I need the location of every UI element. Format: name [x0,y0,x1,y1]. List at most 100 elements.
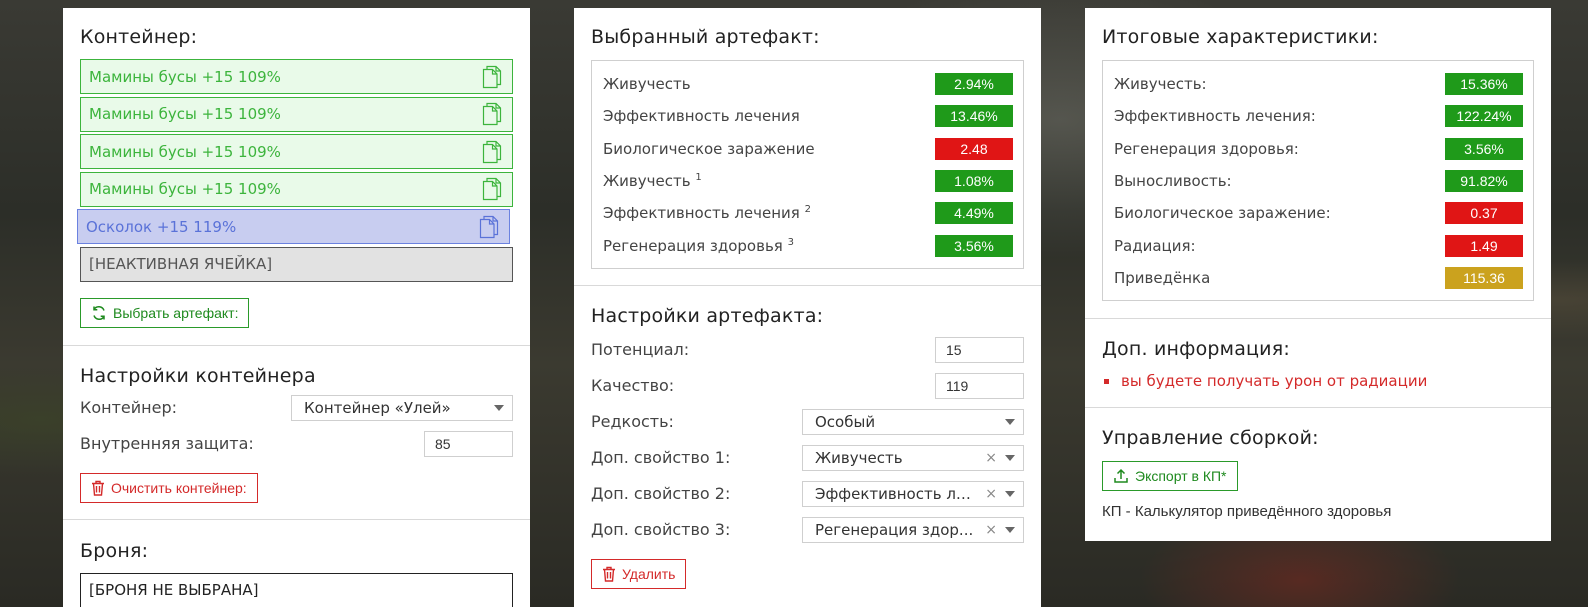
prop1-select-value: Живучесть [815,448,903,467]
rarity-select-value: Особый [815,412,876,431]
copy-button[interactable] [482,65,502,89]
stat-name: Живучесть: [1114,75,1207,93]
armor-slot[interactable]: [БРОНЯ НЕ ВЫБРАНА] [80,572,513,607]
trash-icon [92,480,104,496]
copy-button[interactable] [479,215,499,239]
prop3-select[interactable]: Регенерация здор... × [802,516,1024,543]
delete-artifact-button[interactable]: Удалить [591,558,687,589]
armor-title: Броня: [80,539,149,562]
stat-row: Приведёнка 115.36 [1114,262,1523,294]
prop3-label: Доп. свойство 3: [591,520,731,540]
stat-row: Эффективность лечения 13.46% [603,100,1013,132]
stat-row: Регенерация здоровья 3 3.56% [603,229,1013,261]
stat-value-badge: 91.82% [1445,170,1523,193]
chevron-down-icon [494,404,504,411]
stat-name-text: Эффективность лечения [603,107,800,126]
artifact-settings-title: Настройки артефакта: [591,304,824,327]
container-select[interactable]: Контейнер «Улей» [291,394,513,421]
clear-icon[interactable]: × [985,522,997,538]
totals-title: Итоговые характеристики: [1102,26,1379,48]
rarity-select[interactable]: Особый [802,408,1024,435]
potential-input[interactable]: 15 [935,336,1024,363]
stat-name-text: Биологическое заражение: [1114,204,1331,223]
container-slot-label: Мамины бусы +15 109% [89,142,281,161]
container-slot[interactable]: Мамины бусы +15 109% [80,96,513,132]
copy-button[interactable] [482,102,502,126]
stat-value-badge: 122.24% [1445,105,1523,128]
stat-row: Биологическое заражение: 0.37 [1114,197,1523,229]
info-item-text: вы будете получать урон от радиации [1121,372,1428,391]
stat-row: Живучесть: 15.36% [1114,68,1523,100]
prop3-select-value: Регенерация здор... [815,520,974,539]
build-title: Управление сборкой: [1102,427,1319,450]
stat-name: Эффективность лечения 2 [603,204,811,222]
container-label: Контейнер: [80,398,178,417]
quality-label: Качество: [591,376,675,396]
info-item: вы будете получать урон от радиации [1104,372,1534,390]
protection-input[interactable]: 85 [424,430,513,457]
container-title: Контейнер: [80,26,198,48]
stat-value-badge: 115.36 [1445,266,1523,289]
container-slot-label: Осколок +15 119% [86,217,237,236]
export-button[interactable]: Экспорт в КП* [1102,461,1238,492]
stat-value-badge: 4.49% [935,202,1013,225]
chevron-down-icon [1005,490,1015,497]
stat-row: Выносливость: 91.82% [1114,165,1523,197]
container-slot[interactable]: Осколок +15 119% [77,209,510,244]
stat-value-badge: 1.49 [1445,234,1523,257]
container-slot-label: [НЕАКТИВНАЯ ЯЧЕЙКА] [89,255,273,273]
prop2-label: Доп. свойство 2: [591,484,731,504]
chevron-down-icon [1005,418,1015,425]
stat-name-text: Радиация: [1114,236,1196,255]
clear-icon[interactable]: × [985,486,997,502]
stat-name: Регенерация здоровья: [1114,140,1299,158]
choose-artifact-label: Выбрать артефакт: [113,304,239,321]
chevron-down-icon [1005,454,1015,461]
rarity-label: Редкость: [591,412,674,432]
stat-name-text: Регенерация здоровья [603,236,783,255]
container-slot[interactable]: Мамины бусы +15 109% [80,59,513,94]
quality-input[interactable]: 119 [935,372,1024,399]
container-slot-label: Мамины бусы +15 109% [89,67,281,86]
copy-button[interactable] [482,140,502,164]
stat-name: Эффективность лечения: [1114,107,1316,125]
upload-icon [1114,469,1128,483]
stat-row: Регенерация здоровья: 3.56% [1114,133,1523,165]
copy-icon [479,215,499,238]
totals-panel: Итоговые характеристики: Живучесть: 15.36… [1085,8,1551,541]
stat-value-badge: 0.37 [1445,202,1523,225]
container-slot[interactable]: Мамины бусы +15 109% [80,171,513,207]
stat-name-text: Приведёнка [1114,268,1211,287]
stat-name: Живучесть 1 [603,172,702,190]
potential-label: Потенциал: [591,340,690,360]
stat-name-text: Эффективность лечения [603,204,800,223]
stat-name: Биологическое заражение [603,140,815,158]
stat-name: Приведёнка [1114,269,1210,287]
stat-name-text: Регенерация здоровья: [1114,139,1299,158]
stat-footnote-mark: 1 [695,172,702,184]
copy-icon [482,177,502,201]
stat-name-text: Живучесть: [1114,75,1207,94]
stat-value-badge: 1.08% [935,170,1013,193]
stat-footnote-mark: 2 [804,204,811,216]
container-panel: Контейнер: Мамины бусы +15 109% Мамины бу… [63,8,530,607]
clear-container-label: Очистить контейнер: [111,479,247,496]
stat-row: Эффективность лечения 2 4.49% [603,197,1013,229]
container-slot[interactable]: Мамины бусы +15 109% [80,134,513,169]
armor-slot-label: [БРОНЯ НЕ ВЫБРАНА] [89,581,259,599]
prop2-select[interactable]: Эффективность ле... × [802,480,1024,507]
artifact-title: Выбранный артефакт: [591,26,820,48]
bullet-icon [1104,378,1109,384]
stat-row: Живучесть 1 1.08% [603,165,1013,197]
container-slot[interactable]: [НЕАКТИВНАЯ ЯЧЕЙКА] [80,246,513,282]
stat-row: Живучесть 2.94% [603,68,1013,100]
stat-name: Живучесть [603,75,691,93]
clear-container-button[interactable]: Очистить контейнер: [80,472,258,503]
prop1-select[interactable]: Живучесть × [802,444,1024,471]
clear-icon[interactable]: × [985,450,997,466]
copy-button[interactable] [482,177,502,201]
stat-value-badge: 3.56% [1445,137,1523,160]
choose-artifact-button[interactable]: Выбрать артефакт: [80,297,250,328]
trash-icon [603,566,615,582]
export-label: Экспорт в КП* [1135,468,1227,485]
